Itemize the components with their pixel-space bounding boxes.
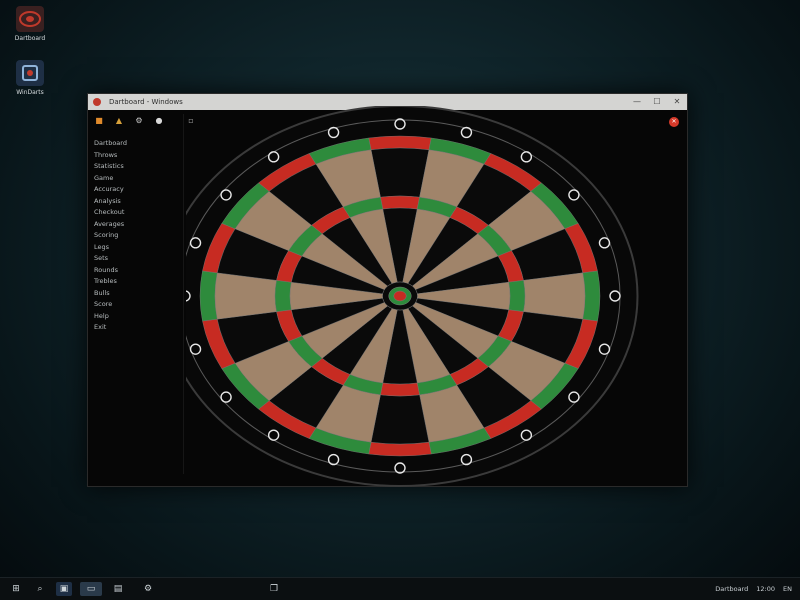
sidebar-item[interactable]: Averages — [94, 219, 180, 231]
dartboard[interactable] — [186, 106, 696, 490]
double-ring-segment — [368, 441, 432, 457]
double-ring-segment — [368, 135, 432, 151]
desktop-icon-dartboard[interactable]: Dartboard — [8, 6, 52, 42]
settings-icon[interactable]: ⚙ — [134, 116, 144, 126]
tray-label[interactable]: Dartboard — [715, 585, 748, 593]
treble-ring-segment — [508, 280, 526, 312]
sidebar-item[interactable]: Help — [94, 311, 180, 323]
sidebar-item[interactable]: Throws — [94, 150, 180, 162]
desktop-icon-label: Dartboard — [14, 35, 46, 42]
outer-single-segment — [523, 272, 586, 320]
taskbar-app-explorer[interactable]: ▤ — [110, 582, 126, 596]
taskbar-app-windarts[interactable]: ▣ — [56, 582, 72, 596]
treble-ring-segment — [380, 195, 420, 210]
treble-ring-segment — [274, 280, 292, 312]
desktop-icon-windarts[interactable]: WinDarts — [8, 60, 52, 96]
sidebar-item[interactable]: Trebles — [94, 276, 180, 288]
record-icon[interactable]: ● — [154, 116, 164, 126]
treble-ring-segment — [380, 382, 420, 397]
outer-single-segment — [370, 394, 430, 445]
sidebar-item[interactable]: Scoring — [94, 230, 180, 242]
system-tray: Dartboard 12:00 EN — [715, 585, 800, 593]
sidebar-item[interactable]: Game — [94, 173, 180, 185]
window-title: Dartboard - Windows — [109, 98, 183, 106]
folder-icon[interactable]: ■ — [94, 116, 104, 126]
outer-single-segment — [370, 147, 430, 198]
sidebar-divider — [183, 114, 184, 474]
sidebar-item[interactable]: Exit — [94, 322, 180, 334]
double-ring-segment — [199, 270, 218, 322]
dartboard-app-icon — [16, 6, 44, 32]
double-ring-segment — [582, 270, 601, 322]
desktop-icon-label: WinDarts — [16, 89, 44, 96]
search-icon[interactable]: ⌕ — [32, 582, 48, 596]
bullseye — [393, 290, 407, 302]
sidebar-item[interactable]: Sets — [94, 253, 180, 265]
taskbar-app-dartboard[interactable]: ▭ — [80, 582, 102, 596]
sidebar-item[interactable]: Analysis — [94, 196, 180, 208]
sidebar-item[interactable]: Accuracy — [94, 184, 180, 196]
sidebar-item[interactable]: Dartboard — [94, 138, 180, 150]
tray-clock[interactable]: 12:00 — [756, 585, 775, 593]
task-view-icon[interactable]: ❐ — [266, 582, 282, 596]
sidebar: Dartboard Throws Statistics Game Accurac… — [94, 138, 180, 334]
taskbar-app-settings[interactable]: ⚙ — [140, 582, 156, 596]
taskbar: ⊞ ⌕ ▣ ▭ ▤ ⚙ ❐ Dartboard 12:00 EN — [0, 577, 800, 600]
sidebar-item[interactable]: Statistics — [94, 161, 180, 173]
tray-language[interactable]: EN — [783, 585, 792, 593]
sidebar-item[interactable]: Checkout — [94, 207, 180, 219]
sidebar-item[interactable]: Rounds — [94, 265, 180, 277]
sidebar-item[interactable]: Legs — [94, 242, 180, 254]
sidebar-item[interactable]: Score — [94, 299, 180, 311]
outer-single-segment — [214, 272, 277, 320]
open-icon[interactable]: ▲ — [114, 116, 124, 126]
sidebar-item[interactable]: Bulls — [94, 288, 180, 300]
windarts-app-icon — [16, 60, 44, 86]
app-title-icon — [93, 98, 101, 106]
start-button[interactable]: ⊞ — [8, 582, 24, 596]
